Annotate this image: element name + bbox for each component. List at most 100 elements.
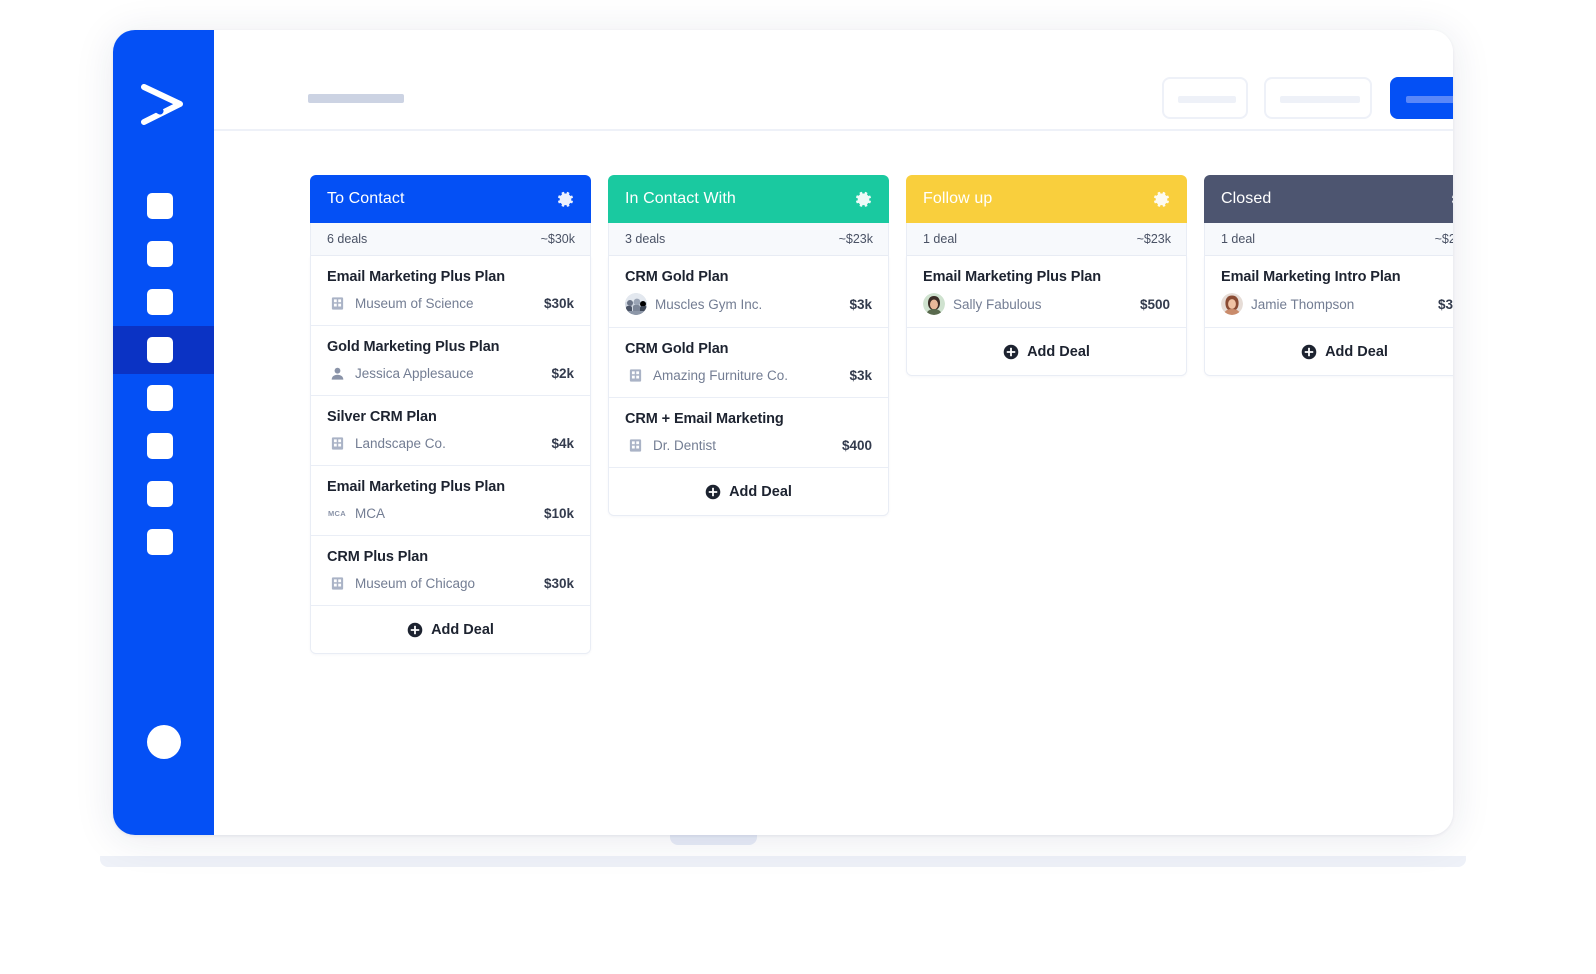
deal-card[interactable]: Silver CRM Plan Landscape Co. $4k bbox=[311, 396, 590, 466]
photo-avatar-sally bbox=[923, 293, 945, 315]
deal-card[interactable]: Gold Marketing Plus Plan Jessica Applesa… bbox=[311, 326, 590, 396]
mca-logo-icon: MCA bbox=[327, 503, 347, 523]
sidebar-item-3[interactable] bbox=[113, 278, 214, 326]
column-deal-count: 6 deals bbox=[327, 232, 367, 246]
building-icon bbox=[327, 293, 347, 313]
toolbar-button-2-label-placeholder bbox=[1280, 96, 1360, 103]
laptop-notch bbox=[670, 835, 757, 845]
toolbar-primary-button-label-placeholder bbox=[1406, 96, 1453, 103]
deal-amount: $3k bbox=[843, 297, 872, 312]
column-summary: 1 deal ~$23k bbox=[906, 223, 1187, 256]
deal-contact-name: Landscape Co. bbox=[355, 436, 537, 451]
deal-title: CRM Gold Plan bbox=[625, 269, 872, 285]
column-total-value: ~$23k bbox=[839, 232, 873, 246]
column-header-to-contact: To Contact bbox=[310, 175, 591, 223]
pipeline-column-to-contact: To Contact 6 deals ~$30k Email Marketing… bbox=[310, 175, 591, 654]
deal-meta-row: MCA MCA $10k bbox=[327, 503, 574, 523]
deal-contact-name: Jessica Applesauce bbox=[355, 366, 537, 381]
column-deal-list: Email Marketing Plus Plan Sally Fabulous… bbox=[906, 256, 1187, 376]
pipeline-column-closed: Closed 1 deal ~$23k Email Marketing Intr… bbox=[1204, 175, 1453, 654]
deal-title: Email Marketing Plus Plan bbox=[327, 479, 574, 495]
toolbar-primary-button[interactable] bbox=[1390, 77, 1453, 119]
sidebar-item-5[interactable] bbox=[113, 374, 214, 422]
gear-icon[interactable] bbox=[1450, 190, 1453, 209]
sidebar-item-2[interactable] bbox=[113, 230, 214, 278]
column-title: To Contact bbox=[327, 190, 404, 208]
column-header-in-contact-with: In Contact With bbox=[608, 175, 889, 223]
deal-title: CRM + Email Marketing bbox=[625, 411, 872, 427]
add-deal-button[interactable]: Add Deal bbox=[609, 468, 888, 515]
deal-amount: $500 bbox=[1134, 297, 1170, 312]
column-title: In Contact With bbox=[625, 190, 736, 208]
deal-amount: $3k bbox=[843, 368, 872, 383]
deal-card[interactable]: Email Marketing Plus Plan Museum of Scie… bbox=[311, 256, 590, 326]
deal-card[interactable]: CRM + Email Marketing Dr. Dentist $400 bbox=[609, 398, 888, 468]
deal-card[interactable]: CRM Plus Plan Museum of Chicago $30k bbox=[311, 536, 590, 606]
sidebar-item-7[interactable] bbox=[113, 470, 214, 518]
deal-card[interactable]: Email Marketing Intro Plan Jamie Thompso… bbox=[1205, 256, 1453, 328]
deal-meta-row: Dr. Dentist $400 bbox=[625, 435, 872, 455]
deal-title: Gold Marketing Plus Plan bbox=[327, 339, 574, 355]
activecampaign-chevron-logo-icon[interactable] bbox=[140, 84, 186, 126]
pipeline-columns: To Contact 6 deals ~$30k Email Marketing… bbox=[214, 175, 1453, 654]
deal-meta-row: Jamie Thompson $300 bbox=[1221, 293, 1453, 315]
column-title: Closed bbox=[1221, 190, 1271, 208]
gear-icon[interactable] bbox=[556, 190, 575, 209]
toolbar-button-1-label-placeholder bbox=[1178, 96, 1236, 103]
toolbar-button-2[interactable] bbox=[1264, 77, 1372, 119]
deal-card[interactable]: Email Marketing Plus Plan MCA MCA $10k bbox=[311, 466, 590, 536]
add-deal-button[interactable]: Add Deal bbox=[1205, 328, 1453, 375]
deal-meta-row: Muscles Gym Inc. $3k bbox=[625, 293, 872, 315]
deal-amount: $30k bbox=[538, 296, 574, 311]
add-deal-button[interactable]: Add Deal bbox=[907, 328, 1186, 375]
gear-icon[interactable] bbox=[854, 190, 873, 209]
column-summary: 6 deals ~$30k bbox=[310, 223, 591, 256]
deal-title: CRM Gold Plan bbox=[625, 341, 872, 357]
plus-circle-icon bbox=[1003, 344, 1019, 360]
column-header-follow-up: Follow up bbox=[906, 175, 1187, 223]
deal-card[interactable]: CRM Gold Plan Muscles Gym Inc. $3k bbox=[609, 256, 888, 328]
sidebar-item-6[interactable] bbox=[113, 422, 214, 470]
deal-meta-row: Landscape Co. $4k bbox=[327, 433, 574, 453]
column-total-value: ~$23k bbox=[1435, 232, 1453, 246]
sidebar-item-icon-placeholder bbox=[147, 241, 173, 267]
deal-contact-name: Jamie Thompson bbox=[1251, 297, 1424, 312]
sidebar-item-8[interactable] bbox=[113, 518, 214, 566]
sidebar-item-4[interactable] bbox=[113, 326, 214, 374]
topbar bbox=[214, 30, 1453, 131]
deal-meta-row: Museum of Chicago $30k bbox=[327, 573, 574, 593]
column-deal-list: Email Marketing Intro Plan Jamie Thompso… bbox=[1204, 256, 1453, 376]
deal-amount: $400 bbox=[836, 438, 872, 453]
column-title: Follow up bbox=[923, 190, 992, 208]
toolbar-button-1[interactable] bbox=[1162, 77, 1248, 119]
column-deal-count: 3 deals bbox=[625, 232, 665, 246]
sidebar-item-icon-placeholder bbox=[147, 289, 173, 315]
laptop-base bbox=[100, 835, 1466, 867]
pipeline-column-follow-up: Follow up 1 deal ~$23k Email Marketing P… bbox=[906, 175, 1187, 654]
deal-contact-name: Museum of Science bbox=[355, 296, 530, 311]
deal-contact-name: Dr. Dentist bbox=[653, 438, 828, 453]
user-avatar-circle-icon[interactable] bbox=[147, 725, 181, 759]
gear-icon[interactable] bbox=[1152, 190, 1171, 209]
add-deal-label: Add Deal bbox=[1027, 344, 1090, 360]
sidebar-item-icon-placeholder bbox=[147, 193, 173, 219]
add-deal-label: Add Deal bbox=[729, 484, 792, 500]
column-summary: 3 deals ~$23k bbox=[608, 223, 889, 256]
deal-meta-row: Amazing Furniture Co. $3k bbox=[625, 365, 872, 385]
deal-meta-row: Jessica Applesauce $2k bbox=[327, 363, 574, 383]
pipeline-column-in-contact-with: In Contact With 3 deals ~$23k CRM Gold P… bbox=[608, 175, 889, 654]
sidebar-item-1[interactable] bbox=[113, 182, 214, 230]
deal-title: Email Marketing Plus Plan bbox=[327, 269, 574, 285]
deal-card[interactable]: CRM Gold Plan Amazing Furniture Co. $3k bbox=[609, 328, 888, 398]
plus-circle-icon bbox=[1301, 344, 1317, 360]
building-icon bbox=[625, 435, 645, 455]
screenshot-stage: To Contact 6 deals ~$30k Email Marketing… bbox=[0, 0, 1596, 974]
deal-title: Email Marketing Intro Plan bbox=[1221, 269, 1453, 285]
sidebar-item-icon-placeholder bbox=[147, 481, 173, 507]
deal-title: CRM Plus Plan bbox=[327, 549, 574, 565]
deal-amount: $30k bbox=[538, 576, 574, 591]
deal-card[interactable]: Email Marketing Plus Plan Sally Fabulous… bbox=[907, 256, 1186, 328]
deal-amount: $300 bbox=[1432, 297, 1453, 312]
add-deal-label: Add Deal bbox=[431, 622, 494, 638]
add-deal-button[interactable]: Add Deal bbox=[311, 606, 590, 653]
